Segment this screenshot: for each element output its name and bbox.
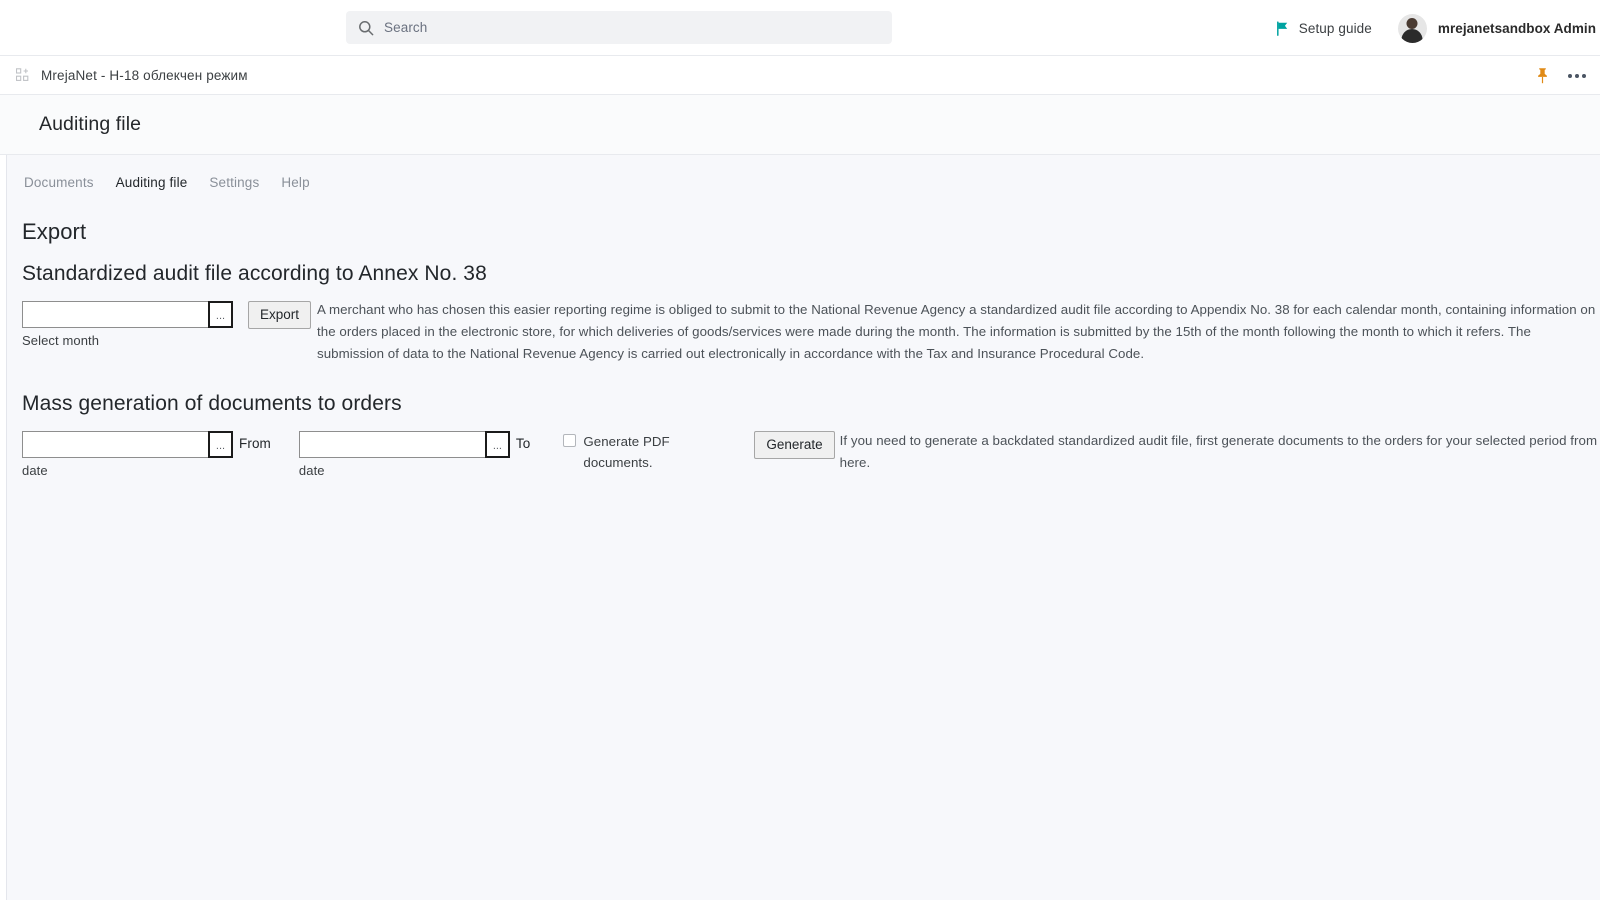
page-body: Documents Auditing file Settings Help Ex…: [0, 155, 1600, 900]
ellipsis-dot: [1582, 73, 1586, 78]
generate-pdf-label: Generate PDF documents.: [583, 434, 670, 470]
flag-icon: [1276, 20, 1287, 36]
select-month-label: Select month: [22, 333, 100, 348]
export-heading: Export: [22, 219, 87, 244]
tab-documents[interactable]: Documents: [24, 175, 94, 190]
from-date-picker-button[interactable]: ...: [208, 431, 233, 458]
from-date-input[interactable]: [22, 431, 208, 458]
tab-auditing-file[interactable]: Auditing file: [116, 175, 188, 190]
pin-icon[interactable]: [1535, 67, 1550, 84]
header-actions: Setup guide mrejanetsandbox Admin: [1267, 0, 1600, 56]
to-date-picker-button[interactable]: ...: [484, 431, 510, 458]
avatar: [1397, 13, 1427, 43]
setup-guide-label: Setup guide: [1298, 20, 1372, 36]
nav-tabs: Documents Auditing file Settings Help: [6, 155, 1600, 190]
page-title-bar: Auditing file: [0, 95, 1600, 155]
search-placeholder: Search: [384, 20, 428, 35]
from-date-field: ... date: [22, 431, 233, 478]
mass-generation-description: If you need to generate a backdated stan…: [839, 433, 1598, 470]
to-date-sublabel: date: [298, 463, 325, 478]
from-label: From: [239, 436, 271, 451]
generate-button[interactable]: Generate: [754, 431, 835, 459]
generate-pdf-checkbox[interactable]: Generate PDF documents.: [563, 431, 683, 473]
top-header: Search Setup guide mrejanetsandbox Admin: [0, 0, 1600, 56]
user-menu[interactable]: mrejanetsandbox Admin: [1397, 13, 1600, 43]
select-month-field: ... Select month: [22, 301, 233, 348]
ellipsis-dot: [1575, 73, 1579, 78]
search-icon: [359, 20, 374, 35]
mass-generation-form-row: ... date From ... date To Generate PDF d…: [22, 431, 1600, 478]
breadcrumb: MrejaNet - Н-18 облекчен режим: [0, 56, 1600, 95]
from-date-sublabel: date: [22, 463, 48, 478]
ellipsis-dot: [1568, 73, 1572, 78]
apps-grid-icon: [16, 68, 29, 81]
month-input[interactable]: [22, 301, 208, 328]
breadcrumb-label[interactable]: MrejaNet - Н-18 облекчен режим: [41, 68, 248, 83]
mass-generation-heading: Mass generation of documents to orders: [22, 392, 402, 415]
tab-settings[interactable]: Settings: [209, 175, 259, 190]
tab-help[interactable]: Help: [281, 175, 309, 190]
main-content: Export Standardized audit file according…: [6, 219, 1600, 478]
to-date-field: ... date: [298, 431, 510, 478]
search-input[interactable]: Search: [346, 11, 892, 44]
to-date-input[interactable]: [298, 431, 485, 458]
to-label: To: [515, 436, 531, 451]
export-button[interactable]: Export: [248, 301, 312, 329]
export-form-row: ... Select month Export A merchant who h…: [22, 301, 1600, 365]
export-description: A merchant who has chosen this easier re…: [317, 302, 1596, 361]
checkbox-box[interactable]: [563, 434, 577, 447]
more-options-button[interactable]: [1564, 68, 1590, 84]
setup-guide-button[interactable]: Setup guide: [1267, 15, 1380, 42]
user-name: mrejanetsandbox Admin: [1437, 20, 1596, 36]
breadcrumb-actions: [1535, 56, 1590, 95]
month-picker-button[interactable]: ...: [208, 301, 233, 328]
page-title: Auditing file: [39, 113, 142, 135]
standardized-audit-heading: Standardized audit file according to Ann…: [22, 262, 487, 285]
